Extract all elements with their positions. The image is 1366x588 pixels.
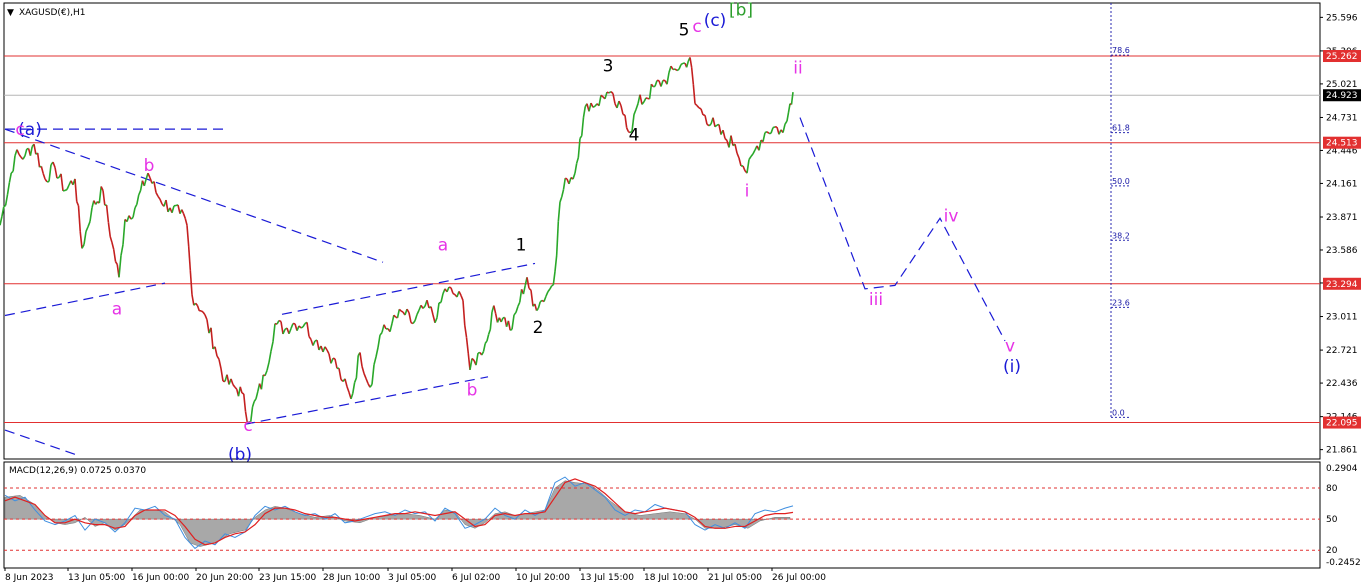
y-tick-label: 25.021 xyxy=(1326,80,1358,90)
x-tick-label: 13 Jun 05:00 xyxy=(68,573,125,583)
wave-label: 2 xyxy=(533,318,544,338)
price-segment xyxy=(592,105,596,108)
wave-label: ii xyxy=(793,59,802,79)
x-tick-label: 16 Jun 00:00 xyxy=(132,573,189,583)
fib-level-label: 0.0 xyxy=(1112,408,1125,417)
y-tick-label: 23.011 xyxy=(1326,313,1358,323)
y-tick-label: 23.871 xyxy=(1326,213,1358,223)
price-segment xyxy=(278,319,282,323)
level-price-tag-label: 22.095 xyxy=(1326,419,1358,429)
price-segment xyxy=(300,326,304,329)
x-tick-label: 20 Jun 20:00 xyxy=(196,573,253,583)
wave-label: iii xyxy=(869,290,883,310)
price-chart-title: XAGUSD(€),H1 xyxy=(19,8,85,18)
wave-label: 4 xyxy=(629,126,640,146)
price-segment xyxy=(400,310,404,313)
price-segment xyxy=(56,176,60,179)
y-tick-label: 22.721 xyxy=(1326,346,1358,356)
price-segment xyxy=(200,310,204,313)
y-tick-label: 23.586 xyxy=(1326,246,1358,256)
fib-level-label: 38.2 xyxy=(1112,231,1130,240)
x-tick-label: 3 Jul 05:00 xyxy=(388,573,437,583)
macd-y-tick-label: 50 xyxy=(1326,515,1338,525)
price-segment xyxy=(509,328,513,331)
price-segment xyxy=(452,292,456,296)
fib-level-label: 61.8 xyxy=(1112,124,1130,133)
price-pane[interactable]: 78.661.850.038.223.60.0 (a)cbac(b)ab1234… xyxy=(0,1,1361,465)
y-tick-label: 21.861 xyxy=(1326,446,1358,456)
x-tick-label: 28 Jun 10:00 xyxy=(323,573,380,583)
x-tick-label: 6 Jul 02:00 xyxy=(452,573,501,583)
macd-title: MACD(12,26,9) 0.0725 0.0370 xyxy=(9,466,146,476)
y-tick-label: 24.731 xyxy=(1326,113,1358,123)
wave-label: b xyxy=(467,380,478,400)
level-price-tag-label: 23.294 xyxy=(1326,280,1358,290)
y-tick-label: 24.161 xyxy=(1326,179,1358,189)
wave-label: c xyxy=(243,416,252,436)
x-tick-label: 8 Jun 2023 xyxy=(5,573,53,583)
wave-label: c xyxy=(692,17,701,37)
price-segment xyxy=(64,188,68,192)
fib-level-label: 23.6 xyxy=(1112,298,1130,307)
wave-label: 3 xyxy=(603,56,614,76)
x-tick-label: 10 Jul 20:00 xyxy=(516,573,570,583)
level-price-tag-label: 24.513 xyxy=(1326,139,1358,149)
x-tick-label: 18 Jul 10:00 xyxy=(644,573,698,583)
macd-pane[interactable]: 0.2904 80 50 20 -0.2452 MACD(12,26,9) 0.0725… xyxy=(3,461,1361,569)
wave-label: 5 xyxy=(679,20,690,40)
x-tick-label: 26 Jul 00:00 xyxy=(772,573,826,583)
wave-label: a xyxy=(438,236,448,256)
x-tick-label: 23 Jun 15:00 xyxy=(259,573,316,583)
price-segment xyxy=(564,177,568,180)
price-segment xyxy=(622,113,626,116)
chart-canvas[interactable]: 78.661.850.038.223.60.0 (a)cbac(b)ab1234… xyxy=(0,0,1366,588)
wave-label: 1 xyxy=(516,236,527,256)
x-tick-label: 21 Jul 05:00 xyxy=(708,573,762,583)
macd-y-tick-label: 20 xyxy=(1326,546,1338,556)
price-segment xyxy=(772,126,776,129)
chart-menu-arrow-icon[interactable]: ▼ xyxy=(7,8,14,18)
y-tick-label: 22.436 xyxy=(1326,379,1358,389)
wave-label: [b] xyxy=(729,1,753,21)
price-segment xyxy=(241,392,245,395)
x-tick-label: 13 Jul 15:00 xyxy=(580,573,634,583)
current-price-tag-label: 24.923 xyxy=(1326,91,1358,101)
macd-y-tick-label: 0.2904 xyxy=(1326,464,1358,474)
wave-label: i xyxy=(745,181,750,201)
price-segment xyxy=(645,97,649,100)
level-price-tag-label: 25.262 xyxy=(1326,52,1358,62)
fib-level-label: 50.0 xyxy=(1112,177,1130,186)
price-segment xyxy=(551,284,554,287)
y-tick-label: 25.596 xyxy=(1326,13,1358,23)
wave-label: (c) xyxy=(704,11,727,31)
price-segment xyxy=(680,62,684,66)
price-segment xyxy=(676,68,680,72)
wave-label: (i) xyxy=(1003,357,1021,377)
wave-label: a xyxy=(112,299,122,319)
wave-label: v xyxy=(1005,336,1015,356)
wave-label: b xyxy=(144,156,155,176)
macd-y-tick-label: -0.2452 xyxy=(1326,558,1361,568)
fib-level-label: 78.6 xyxy=(1112,46,1130,55)
price-segment xyxy=(448,286,452,289)
wave-label: c xyxy=(15,120,24,140)
macd-y-tick-label: 80 xyxy=(1326,484,1338,494)
wave-label: iv xyxy=(944,207,959,227)
price-segment xyxy=(698,107,702,110)
